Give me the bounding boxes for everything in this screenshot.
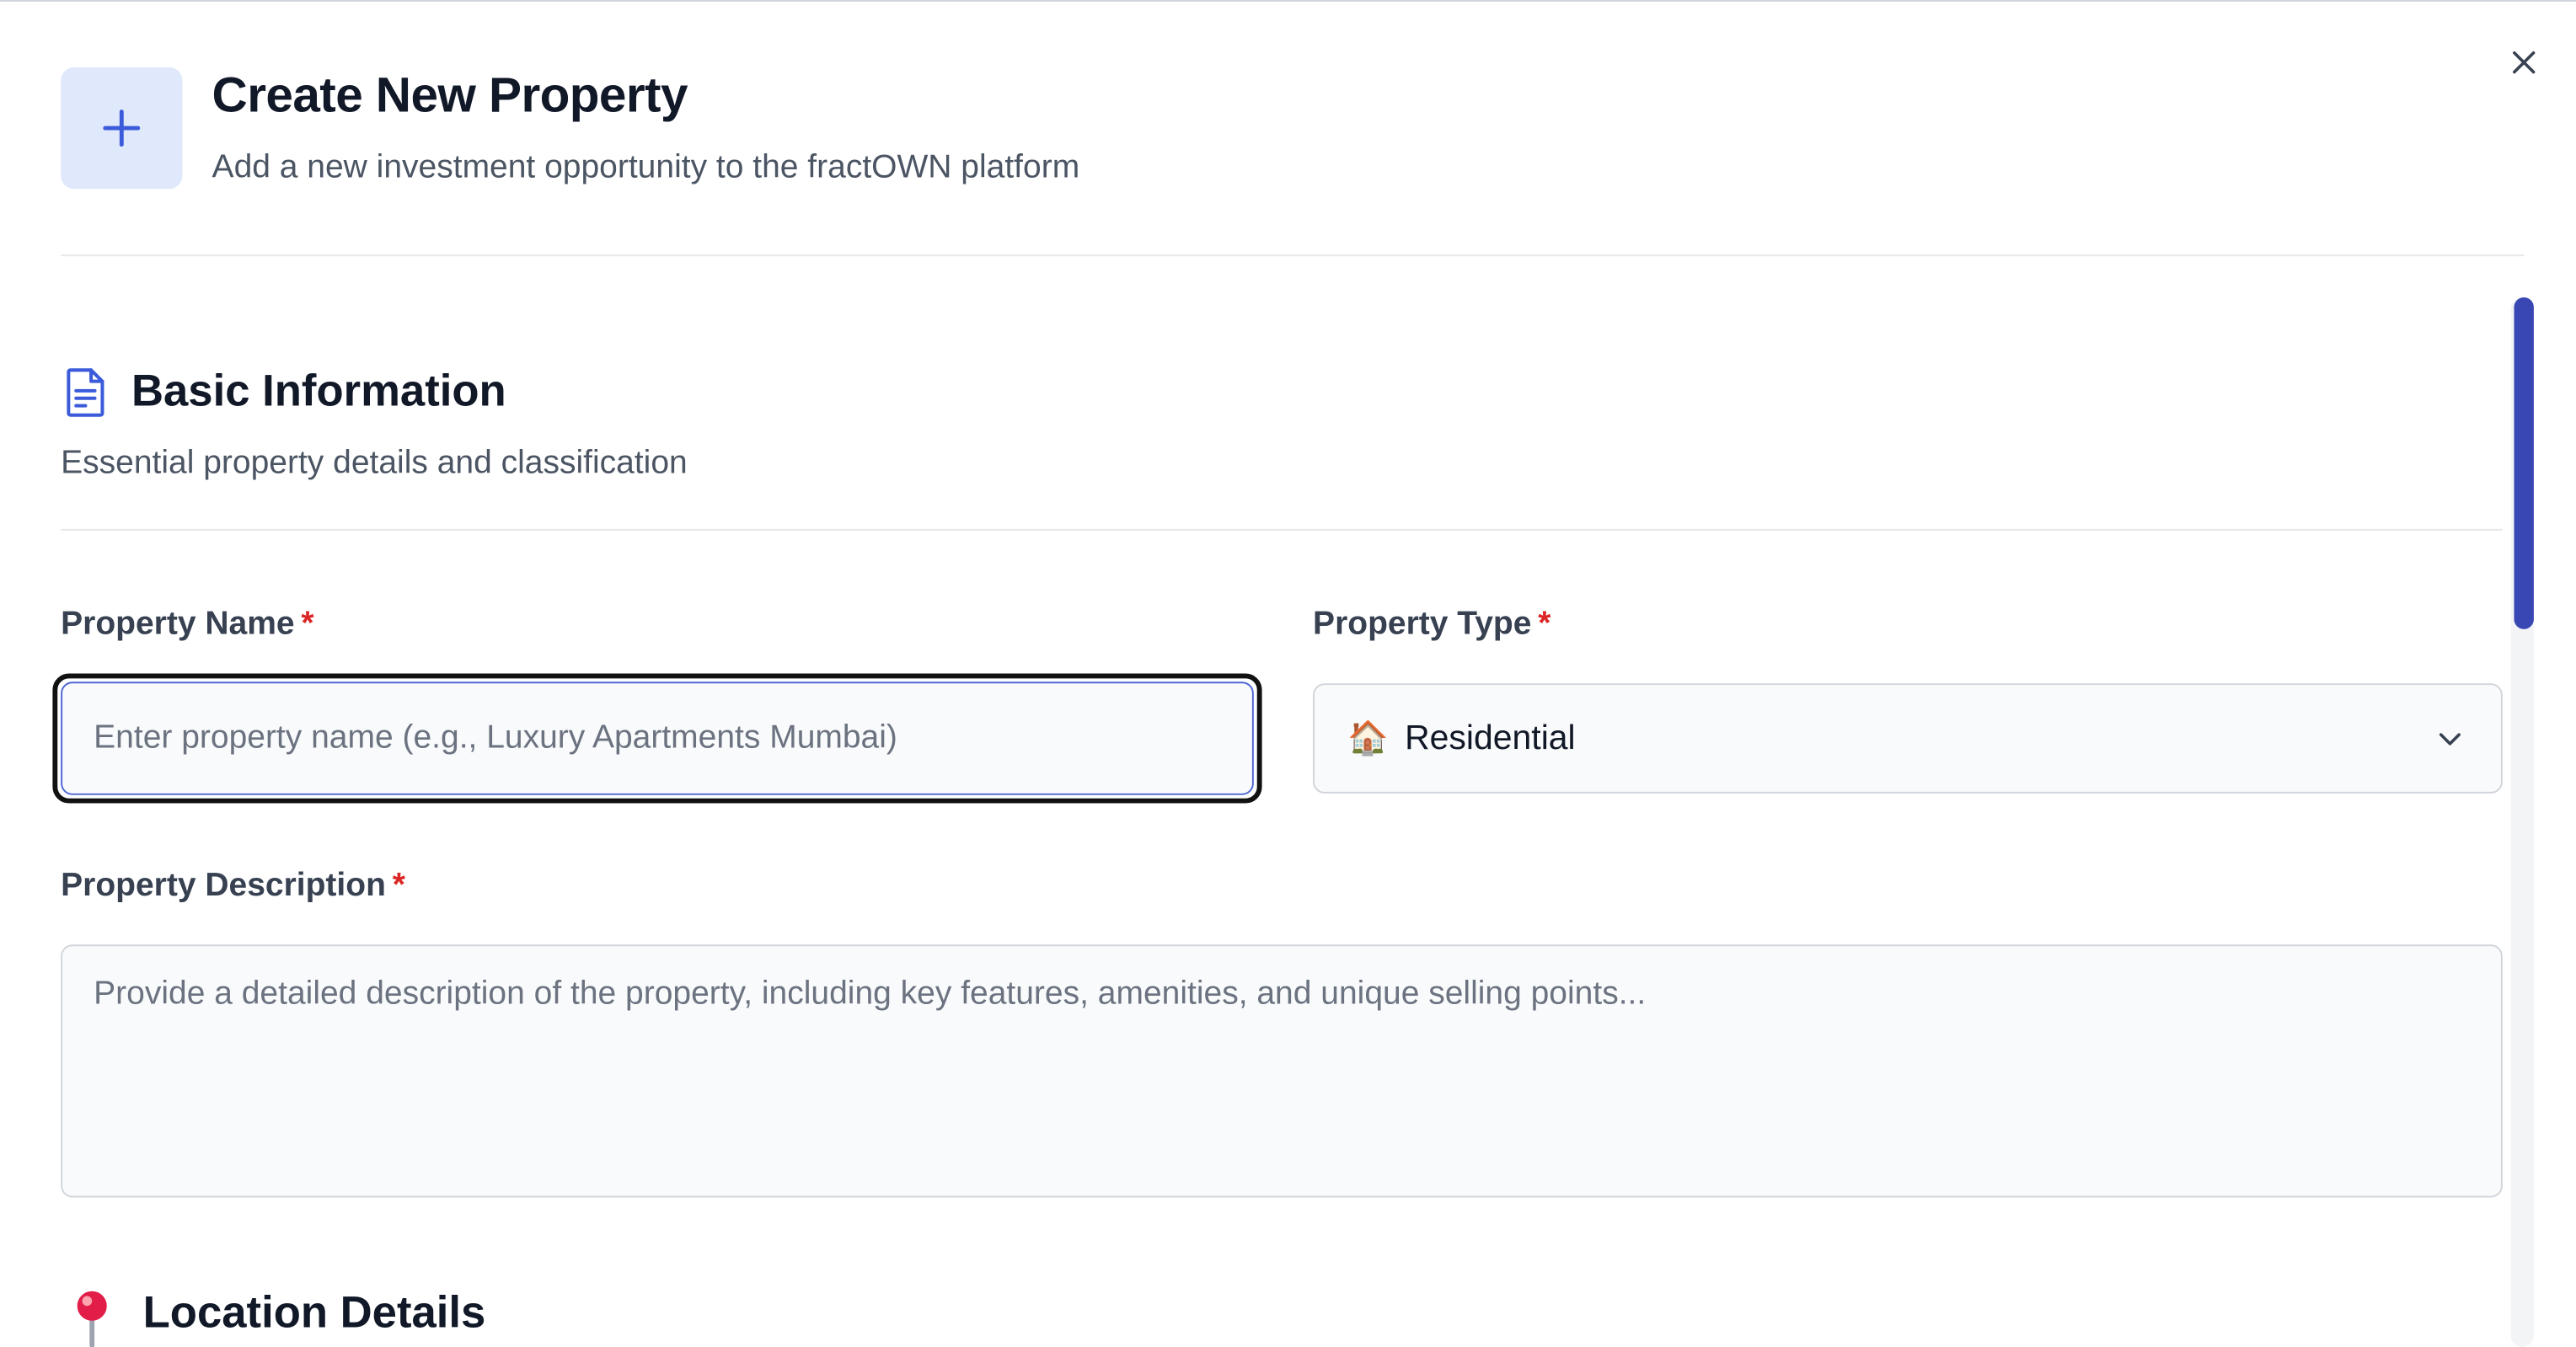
document-icon [67,368,104,417]
property-type-value: Residential [1405,719,1576,756]
scrollbar-thumb[interactable] [2514,297,2534,629]
property-name-label: Property Name * [61,607,313,644]
property-description-label-text: Property Description [61,867,386,904]
modal-subtitle: Add a new investment opportunity to the … [212,149,1080,186]
basic-info-title: Basic Information [131,366,506,416]
map-pin-icon [77,1291,107,1347]
section-divider [61,528,2503,531]
basic-info-subtitle: Essential property details and classific… [61,445,688,482]
chevron-down-icon [2439,733,2461,746]
modal-title: Create New Property [212,68,688,124]
house-icon: 🏠 [1347,720,1389,756]
property-type-label-text: Property Type [1313,606,1532,643]
required-mark: * [1538,606,1551,643]
property-type-label: Property Type * [1313,607,1550,644]
property-description-label: Property Description * [61,868,405,906]
property-name-label-text: Property Name [61,606,295,643]
modal-content: Create New Property Add a new investment… [0,0,2576,1347]
property-type-select[interactable]: 🏠 Residential [1313,683,2503,794]
required-mark: * [392,867,405,904]
header-divider [61,254,2525,257]
property-name-input[interactable] [61,682,1254,795]
property-description-textarea[interactable] [61,944,2503,1198]
location-details-title: Location Details [142,1287,486,1338]
plus-icon [103,110,141,147]
modal-top-border [0,0,2576,2]
close-icon [2513,51,2536,74]
create-property-modal: Create New Property Add a new investment… [0,0,2576,1347]
header-icon-box [61,67,183,190]
required-mark: * [301,606,314,643]
close-button[interactable] [2501,40,2547,86]
